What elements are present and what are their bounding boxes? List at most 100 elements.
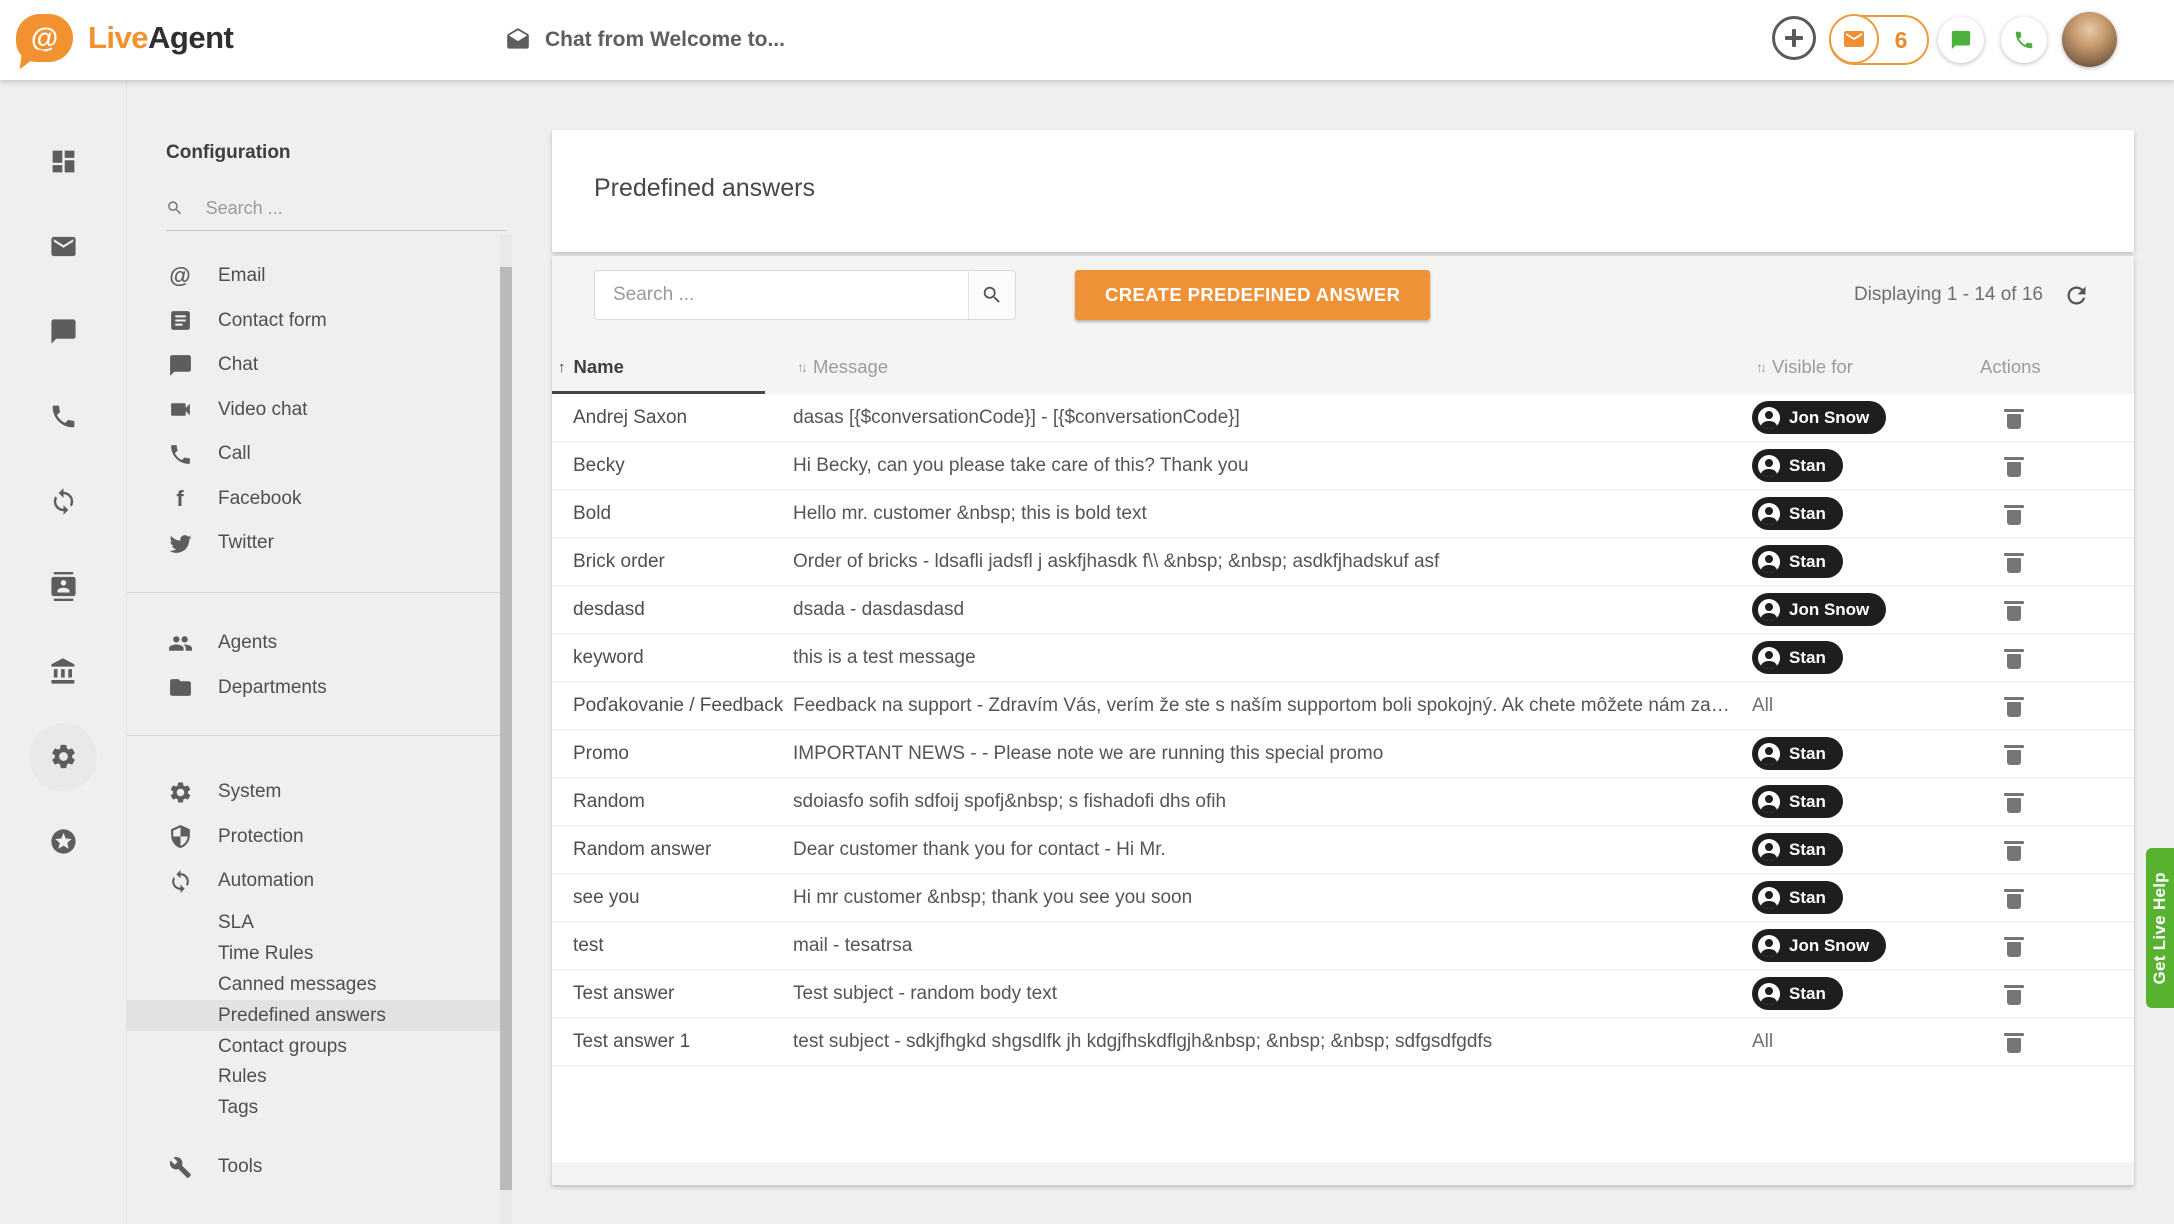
delete-button[interactable] — [2001, 405, 2027, 431]
rail-star-icon[interactable] — [29, 799, 97, 884]
add-new-button[interactable] — [1772, 16, 1816, 60]
rail-contacts-icon[interactable] — [29, 544, 97, 629]
sidebar-search-input[interactable] — [204, 197, 507, 220]
sidebar-item-system[interactable]: System — [127, 770, 500, 815]
people-icon — [166, 631, 194, 656]
rail-mail-icon[interactable] — [29, 204, 97, 289]
sidebar-scrollbar-thumb[interactable] — [500, 267, 512, 1190]
rail-phone-icon[interactable] — [29, 374, 97, 459]
table-row[interactable]: Brick order Order of bricks - ldsafli ja… — [552, 538, 2134, 586]
sidebar-item-time-rules[interactable]: Time Rules — [127, 939, 500, 970]
visible-for-badge: All — [1752, 695, 1773, 717]
delete-button[interactable] — [2001, 501, 2027, 527]
row-name: Andrej Saxon — [573, 394, 788, 441]
sidebar-item-contact-groups[interactable]: Contact groups — [127, 1031, 500, 1062]
row-name: desdasd — [573, 586, 788, 633]
delete-button[interactable] — [2001, 1029, 2027, 1055]
table-row[interactable]: Random sdoiasfo sofih sdfoij spofj&nbsp;… — [552, 778, 2134, 826]
table-row[interactable]: Becky Hi Becky, can you please take care… — [552, 442, 2134, 490]
delete-button[interactable] — [2001, 885, 2027, 911]
visible-for-badge: Stan — [1752, 449, 1843, 482]
table-row[interactable]: keyword this is a test message Stan — [552, 634, 2134, 682]
rail-loop-icon[interactable] — [29, 459, 97, 544]
rail-dashboard-icon[interactable] — [29, 119, 97, 204]
sidebar-item-automation[interactable]: Automation — [127, 859, 500, 904]
sidebar-item-protection[interactable]: Protection — [127, 815, 500, 860]
delete-button[interactable] — [2001, 453, 2027, 479]
table-row[interactable]: Bold Hello mr. customer &nbsp; this is b… — [552, 490, 2134, 538]
column-header-message[interactable]: ↑↓ Message — [797, 356, 888, 378]
row-message: Test subject - random body text — [793, 970, 1737, 1017]
table-row[interactable]: Test answer 1 test subject - sdkjfhgkd s… — [552, 1018, 2134, 1066]
column-header-visible-for[interactable]: ↑↓ Visible for — [1756, 356, 1853, 378]
channels-group: @Email Contact form Chat Video chat Call… — [127, 254, 500, 566]
column-header-name[interactable]: ↑ Name — [558, 356, 624, 378]
chat-status-button[interactable] — [1938, 17, 1984, 63]
delete-button[interactable] — [2001, 741, 2027, 767]
delete-button[interactable] — [2001, 789, 2027, 815]
sidebar-item-chat[interactable]: Chat — [127, 343, 500, 388]
logo-at-glyph: @ — [31, 22, 58, 54]
answers-table: Andrej Saxon dasas [{$conversationCode}]… — [552, 394, 2134, 1162]
sidebar-item-email[interactable]: @Email — [127, 254, 500, 299]
delete-button[interactable] — [2001, 933, 2027, 959]
get-live-help-tab[interactable]: Get Live Help — [2146, 848, 2174, 1008]
content-card: CREATE PREDEFINED ANSWER Displaying 1 - … — [552, 256, 2134, 1185]
gear-icon — [166, 780, 194, 805]
table-row[interactable]: Andrej Saxon dasas [{$conversationCode}]… — [552, 394, 2134, 442]
sidebar-item-sla[interactable]: SLA — [127, 908, 500, 939]
row-message: Dear customer thank you for contact - Hi… — [793, 826, 1737, 873]
sidebar-item-tags[interactable]: Tags — [127, 1093, 500, 1124]
table-row[interactable]: Test answer Test subject - random body t… — [552, 970, 2134, 1018]
rail-bank-icon[interactable] — [29, 629, 97, 714]
sidebar-item-facebook[interactable]: fFacebook — [127, 477, 500, 522]
delete-button[interactable] — [2001, 981, 2027, 1007]
delete-button[interactable] — [2001, 693, 2027, 719]
shield-icon — [166, 824, 194, 849]
sidebar-search — [166, 186, 507, 231]
user-avatar[interactable] — [2062, 12, 2117, 67]
person-icon — [1758, 599, 1780, 621]
sidebar-item-contact-form[interactable]: Contact form — [127, 299, 500, 344]
table-row[interactable]: see you Hi mr customer &nbsp; thank you … — [552, 874, 2134, 922]
table-row[interactable]: test mail - tesatrsa Jon Snow — [552, 922, 2134, 970]
mail-notifications-button[interactable]: 6 — [1829, 15, 1929, 65]
refresh-icon[interactable] — [2063, 282, 2090, 309]
sidebar-item-video-chat[interactable]: Video chat — [127, 388, 500, 433]
table-header: ↑ Name ↑↓ Message ↑↓ Visible for Actions — [552, 344, 2134, 394]
at-icon: @ — [166, 263, 194, 289]
sidebar-item-canned-messages[interactable]: Canned messages — [127, 970, 500, 1001]
liveagent-app: @ LiveAgent Chat from Welcome to... 6 — [0, 0, 2174, 1224]
column-header-actions: Actions — [1980, 356, 2041, 378]
sidebar-item-call[interactable]: Call — [127, 432, 500, 477]
twitter-icon — [166, 531, 194, 556]
table-row[interactable]: Random answer Dear customer thank you fo… — [552, 826, 2134, 874]
sidebar-item-twitter[interactable]: Twitter — [127, 521, 500, 566]
liveagent-logo[interactable]: @ LiveAgent — [16, 14, 233, 62]
table-search-input[interactable] — [595, 271, 968, 319]
table-row[interactable]: Promo IMPORTANT NEWS - - Please note we … — [552, 730, 2134, 778]
row-message: Hello mr. customer &nbsp; this is bold t… — [793, 490, 1737, 537]
sidebar-item-departments[interactable]: Departments — [127, 666, 500, 711]
row-name: Random answer — [573, 826, 788, 873]
sidebar-item-tools[interactable]: Tools — [127, 1145, 500, 1190]
person-icon — [1758, 983, 1780, 1005]
delete-button[interactable] — [2001, 645, 2027, 671]
phone-status-button[interactable] — [2001, 17, 2047, 63]
rail-settings-icon[interactable] — [29, 714, 97, 799]
row-name: Poďakovanie / Feedback — [573, 682, 788, 729]
active-ticket-tab[interactable]: Chat from Welcome to... — [505, 0, 785, 80]
search-submit-button[interactable] — [968, 271, 1015, 319]
sidebar-item-agents[interactable]: Agents — [127, 621, 500, 666]
sidebar-item-predefined-answers[interactable]: Predefined answers — [127, 1000, 500, 1031]
sidebar-item-rules[interactable]: Rules — [127, 1062, 500, 1093]
delete-button[interactable] — [2001, 837, 2027, 863]
row-message: Hi mr customer &nbsp; thank you see you … — [793, 874, 1737, 921]
create-predefined-answer-button[interactable]: CREATE PREDEFINED ANSWER — [1075, 270, 1430, 320]
row-message: dasas [{$conversationCode}] - [{$convers… — [793, 394, 1737, 441]
table-row[interactable]: desdasd dsada - dasdasdasd Jon Snow — [552, 586, 2134, 634]
delete-button[interactable] — [2001, 597, 2027, 623]
table-row[interactable]: Poďakovanie / Feedback Feedback na suppo… — [552, 682, 2134, 730]
delete-button[interactable] — [2001, 549, 2027, 575]
rail-chat-icon[interactable] — [29, 289, 97, 374]
